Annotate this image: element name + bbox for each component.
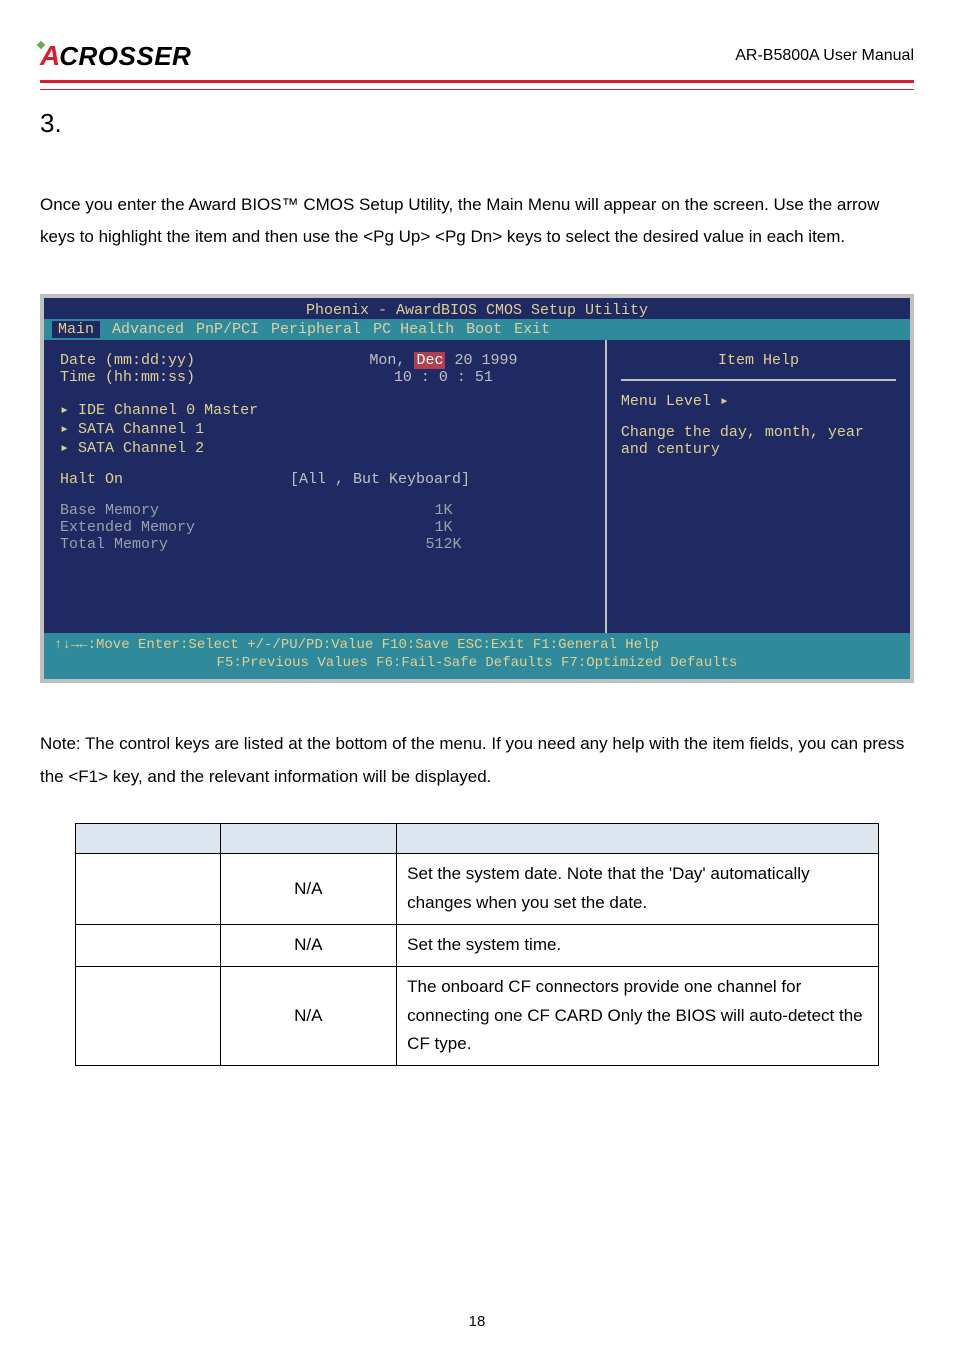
bios-date-prefix: Mon, <box>369 352 414 369</box>
table-cell-desc: Set the system date. Note that the 'Day'… <box>397 853 879 924</box>
table-header-3 <box>397 823 879 853</box>
parameters-table: N/A Set the system date. Note that the '… <box>75 823 879 1066</box>
bios-help-pane: Item Help Menu Level ▸ Change the day, m… <box>607 340 910 633</box>
bios-left-pane: Date (mm:dd:yy) Mon, Dec 20 1999 Time (h… <box>44 340 607 633</box>
bios-menu-main[interactable]: Main <box>52 321 100 338</box>
table-header-2 <box>220 823 397 853</box>
bios-menubar: Main Advanced PnP/PCI Peripheral PC Heal… <box>44 319 910 340</box>
logo-mark: A <box>40 40 59 72</box>
bios-extmem-value: 1K <box>290 519 597 536</box>
bios-time-label: Time (hh:mm:ss) <box>60 369 290 386</box>
table-row: N/A The onboard CF connectors provide on… <box>75 966 878 1066</box>
table-cell-option: N/A <box>220 924 397 966</box>
bios-time-value[interactable]: 10 : 0 : 51 <box>290 369 597 386</box>
bios-footer: ↑↓→←:Move Enter:Select +/-/PU/PD:Value F… <box>44 633 910 680</box>
bios-title: Phoenix - AwardBIOS CMOS Setup Utility <box>44 298 910 319</box>
bios-basemem-label: Base Memory <box>60 502 290 519</box>
intro-paragraph: Once you enter the Award BIOS™ CMOS Setu… <box>40 189 914 254</box>
bios-footer-line1: ↑↓→←:Move Enter:Select +/-/PU/PD:Value F… <box>54 636 900 655</box>
bios-totalmem-label: Total Memory <box>60 536 290 553</box>
bios-sata1[interactable]: SATA Channel 1 <box>60 419 597 438</box>
bios-date-selected[interactable]: Dec <box>414 352 445 369</box>
bios-halt-value[interactable]: [All , But Keyboard] <box>290 471 597 488</box>
table-cell-item <box>75 853 220 924</box>
bios-date-suffix: 20 1999 <box>445 352 517 369</box>
table-cell-option: N/A <box>220 853 397 924</box>
bios-menu-peripheral[interactable]: Peripheral <box>271 321 361 338</box>
table-header-row <box>75 823 878 853</box>
table-header-1 <box>75 823 220 853</box>
table-row: N/A Set the system date. Note that the '… <box>75 853 878 924</box>
bios-menu-boot[interactable]: Boot <box>466 321 502 338</box>
logo-text: CROSSER <box>59 41 191 72</box>
page-header: A CROSSER AR-B5800A User Manual <box>40 40 914 80</box>
page-number: 18 <box>0 1313 954 1330</box>
bios-help-body: Change the day, month, year and century <box>621 424 896 458</box>
bios-footer-line2: F5:Previous Values F6:Fail-Safe Defaults… <box>54 654 900 673</box>
bios-totalmem-value: 512K <box>290 536 597 553</box>
bios-menu-exit[interactable]: Exit <box>514 321 550 338</box>
bios-halt-label: Halt On <box>60 471 290 488</box>
table-cell-item <box>75 924 220 966</box>
bios-screenshot: Phoenix - AwardBIOS CMOS Setup Utility M… <box>40 294 914 684</box>
divider-thin <box>40 89 914 90</box>
bios-help-title: Item Help <box>621 352 896 369</box>
logo: A CROSSER <box>40 40 191 72</box>
bios-sata2[interactable]: SATA Channel 2 <box>60 438 597 457</box>
note-paragraph: Note: The control keys are listed at the… <box>40 728 914 793</box>
bios-basemem-value: 1K <box>290 502 597 519</box>
bios-menu-advanced[interactable]: Advanced <box>112 321 184 338</box>
table-cell-desc: Set the system time. <box>397 924 879 966</box>
section-number: 3. <box>40 108 914 139</box>
table-cell-item <box>75 966 220 1066</box>
table-row: N/A Set the system time. <box>75 924 878 966</box>
bios-ide0[interactable]: IDE Channel 0 Master <box>60 400 597 419</box>
bios-help-level: Menu Level ▸ <box>621 391 896 410</box>
bios-extmem-label: Extended Memory <box>60 519 290 536</box>
table-cell-desc: The onboard CF connectors provide one ch… <box>397 966 879 1066</box>
bios-menu-pchealth[interactable]: PC Health <box>373 321 454 338</box>
table-cell-option: N/A <box>220 966 397 1066</box>
divider-thick <box>40 80 914 83</box>
bios-menu-pnppci[interactable]: PnP/PCI <box>196 321 259 338</box>
doc-title: AR-B5800A User Manual <box>735 47 914 65</box>
bios-date-label: Date (mm:dd:yy) <box>60 352 290 369</box>
bios-date-value[interactable]: Mon, Dec 20 1999 <box>290 352 597 369</box>
